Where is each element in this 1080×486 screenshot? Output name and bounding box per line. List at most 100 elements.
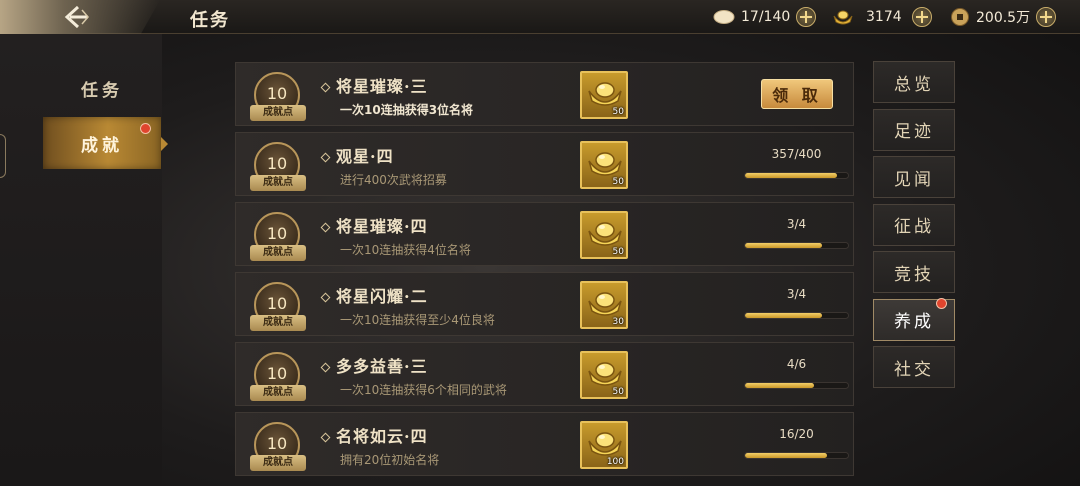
resource-gold: 3174 bbox=[832, 6, 932, 28]
add-gold-button[interactable] bbox=[911, 7, 932, 27]
diamond-icon bbox=[320, 362, 331, 373]
back-button[interactable] bbox=[0, 0, 160, 34]
task-row: 10 成就点 将星璀璨·四 一次10连抽获得4位名将 50 3/4 bbox=[235, 202, 854, 266]
resource-value: 17/140 bbox=[741, 9, 791, 25]
reward-count: 50 bbox=[612, 387, 624, 397]
points-value: 10 bbox=[266, 434, 288, 453]
reward-count: 50 bbox=[612, 107, 624, 117]
progress-bar bbox=[744, 172, 849, 179]
tab-campaign[interactable]: 征战 bbox=[873, 203, 955, 246]
points-value: 10 bbox=[266, 294, 288, 313]
task-name: 将星璀璨·四 bbox=[320, 213, 428, 237]
progress-fill bbox=[745, 173, 837, 178]
back-arrow-icon bbox=[64, 5, 89, 29]
progress-text: 357/400 bbox=[771, 147, 822, 161]
reward-item[interactable]: 50 bbox=[580, 71, 628, 119]
gold-ingot-icon bbox=[833, 10, 853, 25]
tab-footprints[interactable]: 足迹 bbox=[873, 108, 955, 151]
points-label: 成就点 bbox=[250, 315, 306, 331]
tab-label: 见闻 bbox=[894, 169, 934, 190]
progress-bar bbox=[744, 242, 849, 249]
task-row: 10 成就点 名将如云·四 拥有20位初始名将 100 16/20 bbox=[235, 412, 854, 476]
task-name-text: 将星闪耀·二 bbox=[336, 287, 428, 306]
gold-ingot-icon bbox=[588, 292, 622, 316]
diamond-icon bbox=[320, 152, 331, 163]
tab-label: 总览 bbox=[894, 74, 934, 95]
active-indicator bbox=[161, 137, 168, 151]
task-name-text: 多多益善·三 bbox=[336, 357, 428, 376]
task-description: 拥有20位初始名将 bbox=[340, 453, 440, 467]
tab-overview[interactable]: 总览 bbox=[873, 61, 955, 103]
tab-label: 社交 bbox=[894, 359, 934, 380]
points-value: 10 bbox=[266, 84, 288, 103]
resource-value: 200.5万 bbox=[976, 10, 1031, 26]
task-description: 一次10连抽获得3位名将 bbox=[340, 103, 474, 117]
tab-label: 养成 bbox=[894, 312, 934, 332]
reward-count: 100 bbox=[606, 457, 624, 467]
left-nav-tasks[interactable]: 任务 bbox=[43, 62, 161, 114]
tab-insights[interactable]: 见闻 bbox=[873, 156, 955, 198]
reward-item[interactable]: 50 bbox=[580, 141, 628, 189]
reward-item[interactable]: 100 bbox=[580, 421, 628, 469]
diamond-icon bbox=[320, 432, 331, 443]
tab-label: 足迹 bbox=[894, 122, 934, 142]
progress-fill bbox=[745, 243, 823, 248]
task-name-text: 将星璀璨·三 bbox=[336, 77, 428, 96]
progress-fill bbox=[745, 383, 814, 388]
claim-button[interactable]: 领 取 bbox=[761, 79, 833, 109]
resource-value: 3174 bbox=[866, 9, 902, 25]
gold-ingot-icon bbox=[588, 222, 622, 246]
diamond-icon bbox=[320, 292, 331, 303]
page-title: 任务 bbox=[190, 10, 230, 31]
add-egg-button[interactable] bbox=[796, 7, 817, 27]
tab-arena[interactable]: 竞技 bbox=[873, 251, 955, 293]
progress-bar bbox=[744, 312, 849, 319]
reward-item[interactable]: 50 bbox=[580, 351, 628, 399]
points-label: 成就点 bbox=[250, 105, 306, 121]
gold-ingot-icon bbox=[588, 362, 622, 386]
task-description: 进行400次武将招募 bbox=[340, 173, 447, 187]
tab-label: 征战 bbox=[894, 217, 934, 237]
resource-coin: 200.5万 bbox=[950, 6, 1057, 28]
reward-item[interactable]: 50 bbox=[580, 211, 628, 259]
progress-bar bbox=[744, 452, 849, 459]
progress-text: 3/4 bbox=[786, 217, 807, 231]
left-nav-label: 任务 bbox=[81, 80, 123, 101]
progress-text: 16/20 bbox=[779, 427, 814, 441]
progress-bar bbox=[744, 382, 849, 389]
points-label: 成就点 bbox=[250, 175, 306, 191]
task-name-text: 观星·四 bbox=[336, 147, 394, 166]
task-name: 将星璀璨·三 bbox=[320, 73, 428, 97]
task-name-text: 名将如云·四 bbox=[336, 427, 428, 446]
diamond-icon bbox=[320, 222, 331, 233]
gold-ingot-icon bbox=[588, 152, 622, 176]
notification-dot bbox=[936, 297, 947, 309]
progress-text: 4/6 bbox=[786, 357, 807, 371]
progress-fill bbox=[745, 453, 828, 458]
task-description: 一次10连抽获得至少4位良将 bbox=[340, 313, 495, 327]
progress-text: 3/4 bbox=[786, 287, 807, 301]
reward-item[interactable]: 30 bbox=[580, 281, 628, 329]
task-row: 10 成就点 将星璀璨·三 一次10连抽获得3位名将 50 领 取 bbox=[235, 62, 854, 126]
task-description: 一次10连抽获得6个相同的武将 bbox=[340, 383, 507, 397]
task-name: 将星闪耀·二 bbox=[320, 283, 428, 307]
task-name: 多多益善·三 bbox=[320, 353, 428, 377]
task-name: 名将如云·四 bbox=[320, 423, 428, 447]
diamond-icon bbox=[320, 82, 331, 93]
points-value: 10 bbox=[266, 224, 288, 243]
top-bar: 任务 17/140 3174 200.5万 bbox=[0, 0, 1080, 34]
left-nav-label: 成就 bbox=[81, 135, 123, 156]
reward-count: 30 bbox=[612, 317, 624, 327]
tab-social[interactable]: 社交 bbox=[873, 346, 955, 388]
reward-count: 50 bbox=[612, 177, 624, 187]
egg-icon bbox=[713, 10, 735, 24]
nav-handle bbox=[0, 134, 6, 178]
gold-ingot-icon bbox=[588, 432, 622, 456]
resource-egg: 17/140 bbox=[713, 6, 817, 28]
task-row: 10 成就点 多多益善·三 一次10连抽获得6个相同的武将 50 4/6 bbox=[235, 342, 854, 406]
add-coin-button[interactable] bbox=[1036, 7, 1057, 27]
task-description: 一次10连抽获得4位名将 bbox=[340, 243, 471, 257]
task-name: 观星·四 bbox=[320, 143, 394, 167]
task-row: 10 成就点 观星·四 进行400次武将招募 50 357/400 bbox=[235, 132, 854, 196]
task-row: 10 成就点 将星闪耀·二 一次10连抽获得至少4位良将 30 3/4 bbox=[235, 272, 854, 336]
